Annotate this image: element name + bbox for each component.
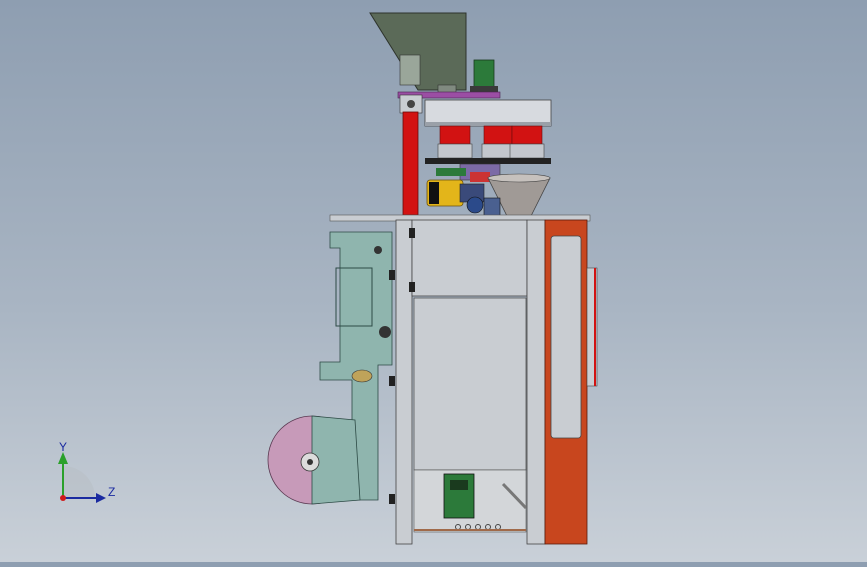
middle-panel[interactable] [413, 297, 527, 471]
side-door[interactable] [544, 219, 598, 545]
feed-hopper[interactable] [369, 12, 467, 96]
axis-triad: Y Z [58, 440, 115, 503]
origin-dot [60, 495, 66, 501]
bottom-section [413, 469, 528, 533]
top-motor[interactable] [470, 59, 498, 96]
z-label: Z [108, 485, 115, 499]
y-label: Y [59, 440, 67, 454]
weigher-plate[interactable] [424, 99, 552, 127]
frame-post-left [395, 219, 413, 545]
film-roll[interactable] [267, 415, 361, 505]
frame-post-right [526, 219, 546, 545]
weigh-buckets[interactable] [425, 125, 551, 164]
upper-panel[interactable] [411, 219, 528, 297]
model-view[interactable] [0, 0, 867, 562]
red-column[interactable] [402, 111, 419, 216]
z-arrow-icon [96, 493, 106, 503]
cad-viewport[interactable] [0, 0, 867, 562]
